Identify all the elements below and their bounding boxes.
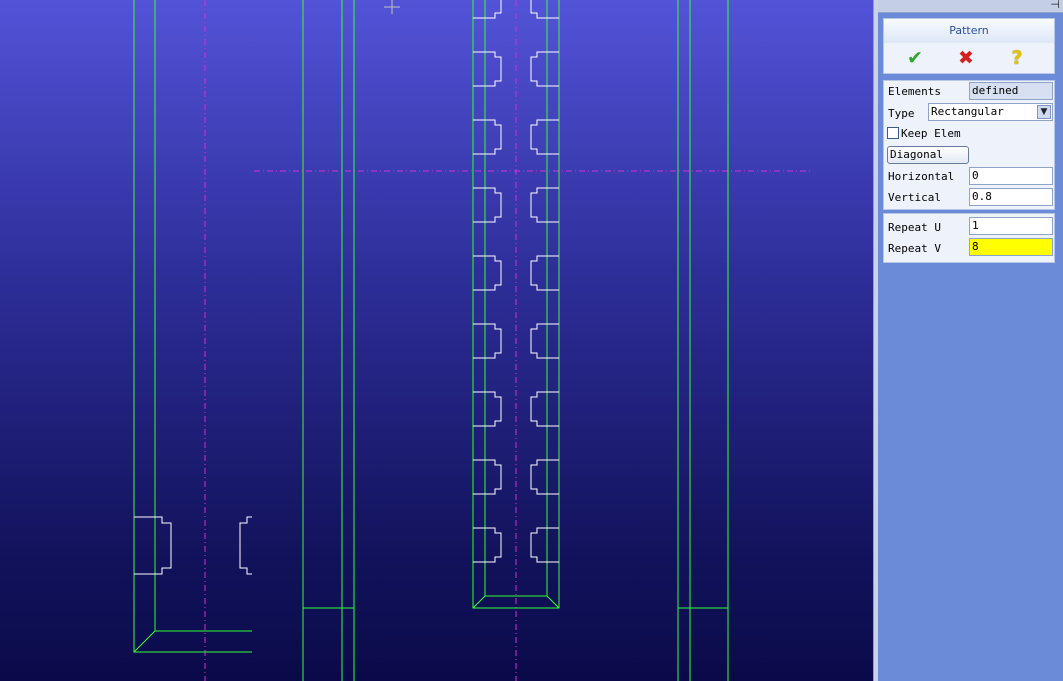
slot-profile-right-7 [530, 459, 559, 495]
type-label: Type [888, 107, 915, 120]
slot-profile-left-6 [473, 391, 502, 427]
pin-icon[interactable]: ⊣ [1050, 0, 1060, 11]
ok-button[interactable]: ✔ [904, 47, 926, 69]
vertical-label: Vertical [888, 191, 941, 204]
slot-profile-right-4 [530, 255, 559, 291]
pattern-properties: Elements defined Type Rectangular ▼ Keep… [883, 80, 1055, 210]
repeat-v-field[interactable]: 8 [969, 238, 1053, 256]
slot-profile-right-3 [530, 187, 559, 223]
slot-profile-right-0 [530, 0, 559, 19]
x-icon: ✖ [958, 47, 974, 69]
slot-profile-right-8 [530, 527, 559, 563]
slot-profile-left-4 [473, 255, 502, 291]
repeat-u-label: Repeat U [888, 221, 941, 234]
panel-actions: ✔ ✖ ? [884, 43, 1054, 73]
diagonal-button[interactable]: Diagonal [887, 146, 969, 164]
question-icon: ? [1011, 47, 1023, 69]
slot-profile-left-7 [473, 459, 502, 495]
cad-viewport[interactable] [0, 0, 873, 681]
horizontal-label: Horizontal [888, 170, 955, 183]
pattern-panel: Pattern ✔ ✖ ? [883, 18, 1055, 74]
keep-elem-label: Keep Elem [901, 127, 961, 140]
middle-left-frame [302, 0, 355, 681]
elements-field[interactable]: defined [969, 82, 1053, 100]
slot-profile-right-6 [530, 391, 559, 427]
elements-label: Elements [888, 85, 941, 98]
slot-profile-left-5 [473, 323, 502, 359]
cancel-button[interactable]: ✖ [955, 47, 977, 69]
slot-profile-bottom-left [134, 516, 172, 575]
keep-elem-checkbox[interactable] [887, 127, 899, 139]
slot-profile-right-1 [530, 51, 559, 87]
repeat-v-label: Repeat V [888, 242, 941, 255]
left-frame [133, 0, 252, 653]
panel-title: Pattern [884, 19, 1054, 43]
properties-sidebar: ⊣ Pattern ✔ ✖ ? Elements defined Type Re… [878, 0, 1063, 681]
type-select-value: Rectangular [931, 105, 1004, 118]
slot-profile-left-8 [473, 527, 502, 563]
repeat-u-field[interactable]: 1 [969, 217, 1053, 235]
repeat-properties: Repeat U 1 Repeat V 8 [883, 213, 1055, 263]
slot-profile-right-5 [530, 323, 559, 359]
help-button[interactable]: ? [1006, 47, 1028, 69]
crosshair-cursor-icon [384, 0, 400, 14]
type-select[interactable]: Rectangular ▼ [928, 103, 1053, 121]
slot-profile-left-0 [473, 0, 502, 19]
cad-scene [133, 0, 812, 681]
slot-profile-left-3 [473, 187, 502, 223]
horizontal-field[interactable]: 0 [969, 167, 1053, 185]
slot-profile-left-2 [473, 119, 502, 155]
slot-profile-bottom-right [239, 516, 252, 575]
vertical-field[interactable]: 0.8 [969, 188, 1053, 206]
slot-profile-right-2 [530, 119, 559, 155]
right-frame [677, 0, 729, 681]
chevron-down-icon[interactable]: ▼ [1037, 105, 1051, 119]
check-icon: ✔ [907, 47, 923, 69]
sidebar-header: ⊣ [878, 0, 1063, 13]
slot-profile-left-1 [473, 51, 502, 87]
